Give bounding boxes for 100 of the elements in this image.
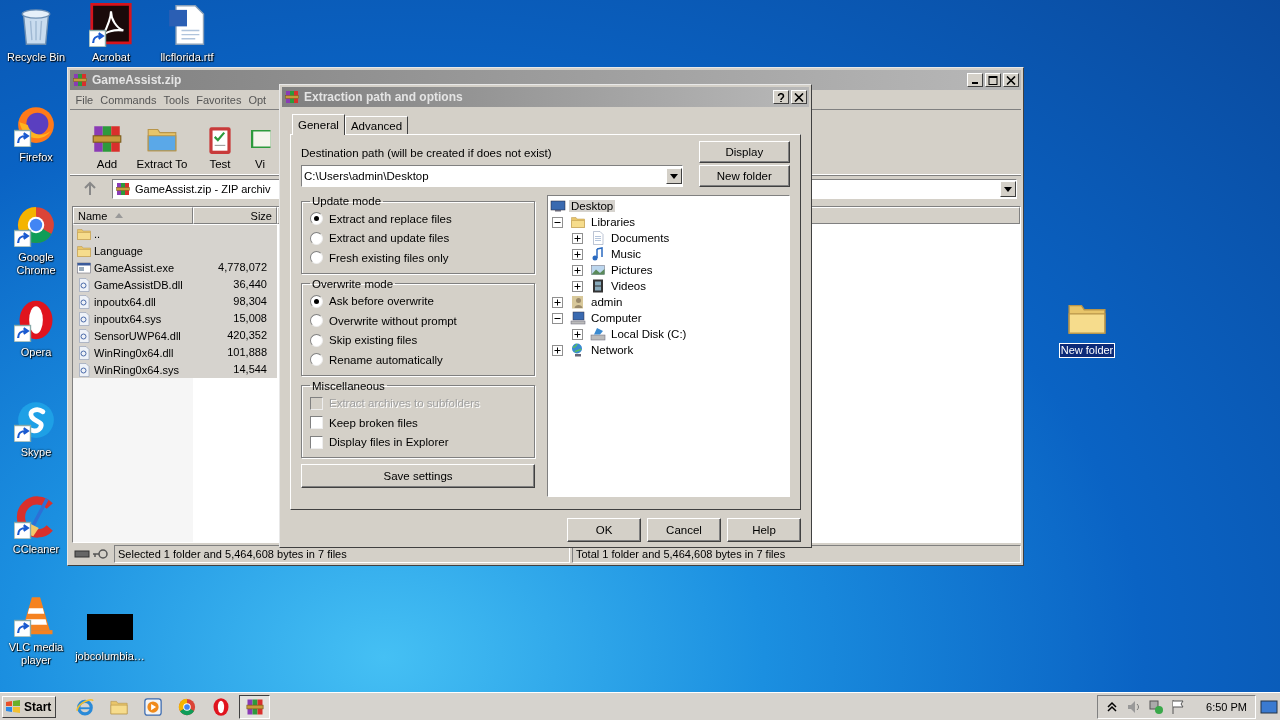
- tree-item[interactable]: Desktop: [569, 200, 616, 212]
- file-icon: [76, 276, 92, 293]
- file-icon: [76, 344, 92, 361]
- tab[interactable]: Advanced: [344, 116, 409, 134]
- show-desktop-icon[interactable]: [1260, 697, 1278, 716]
- tree-item[interactable]: Network: [589, 344, 636, 356]
- file-icon: [76, 327, 92, 344]
- menu-item[interactable]: Commands: [96, 93, 160, 106]
- expand-toggle[interactable]: [572, 232, 583, 244]
- toolbar-button[interactable]: Test: [192, 122, 248, 170]
- taskbar-button[interactable]: [239, 694, 271, 719]
- dialog-button[interactable]: Help: [727, 518, 801, 542]
- file-row[interactable]: GameAssistDB.dll 36,440: [73, 276, 277, 293]
- radio-button[interactable]: [310, 251, 323, 265]
- side-button[interactable]: New folder: [698, 165, 790, 187]
- save-settings-button[interactable]: Save settings: [301, 464, 535, 488]
- drive-icon: [590, 326, 606, 342]
- tree-item[interactable]: Computer: [589, 312, 644, 324]
- icon-label[interactable]: Skype: [19, 446, 53, 459]
- file-name: Language: [94, 244, 143, 257]
- icon-label[interactable]: Firefox: [18, 151, 54, 164]
- collapse-toggle[interactable]: [552, 216, 563, 228]
- drive-icon[interactable]: [74, 548, 90, 560]
- plus-icon: [574, 234, 581, 242]
- close-button[interactable]: [1003, 73, 1019, 87]
- radio-button[interactable]: [310, 294, 323, 308]
- checkbox[interactable]: [310, 416, 323, 430]
- tree-item[interactable]: admin: [589, 296, 625, 308]
- path-field[interactable]: C:\Users\admin\Desktop: [301, 165, 683, 187]
- radio-button[interactable]: [310, 231, 323, 245]
- file-size: 420,352: [226, 328, 268, 343]
- network-icon[interactable]: [1148, 698, 1165, 715]
- menu-item[interactable]: File: [72, 93, 97, 106]
- icon-label[interactable]: Opera: [19, 346, 53, 359]
- dialog-button[interactable]: Cancel: [647, 518, 721, 542]
- clock[interactable]: 6:50 PM: [1206, 700, 1247, 713]
- pdf-icon[interactable]: [89, 3, 133, 47]
- icon-label[interactable]: New folder: [1059, 344, 1115, 357]
- file-row[interactable]: inpoutx64.dll 98,304: [73, 293, 277, 310]
- maximize-button[interactable]: [985, 73, 1001, 87]
- file-row[interactable]: Language: [73, 242, 277, 259]
- minimize-button[interactable]: [967, 73, 983, 87]
- file-row[interactable]: ..: [73, 225, 277, 242]
- tree-item[interactable]: Local Disk (C:): [609, 328, 689, 340]
- music-note-icon: [590, 246, 606, 262]
- expand-toggle[interactable]: [552, 344, 563, 356]
- option-label: Fresh existing files only: [329, 251, 449, 264]
- file-row[interactable]: SensorUWP64.dll 420,352: [73, 327, 277, 344]
- user-icon: [570, 294, 586, 310]
- radio-button[interactable]: [310, 212, 323, 226]
- expand-toggle[interactable]: [572, 264, 583, 276]
- film-icon: [590, 278, 606, 294]
- radio-button[interactable]: [310, 314, 323, 328]
- checkbox[interactable]: [310, 435, 323, 449]
- tree-item[interactable]: Videos: [609, 280, 648, 292]
- column-header[interactable]: Size: [193, 207, 277, 224]
- file-row[interactable]: WinRing0x64.sys 14,544: [73, 361, 277, 378]
- option-label: Skip existing files: [329, 334, 418, 347]
- file-row[interactable]: inpoutx64.sys 15,008: [73, 310, 277, 327]
- radio-button[interactable]: [310, 353, 323, 367]
- tree-item[interactable]: Music: [609, 248, 644, 260]
- expand-toggle[interactable]: [572, 248, 583, 260]
- radio-button[interactable]: [310, 333, 323, 347]
- key-icon[interactable]: [92, 548, 108, 560]
- menu-item[interactable]: Opt: [244, 93, 270, 106]
- icon-label[interactable]: llcflorida.rtf: [159, 51, 215, 64]
- toolbar-button[interactable]: Vi: [248, 122, 272, 170]
- tab[interactable]: General: [292, 114, 345, 135]
- file-name: inpoutx64.sys: [94, 312, 162, 325]
- toolbar-button[interactable]: Extract To: [132, 122, 192, 170]
- dropdown-button[interactable]: [665, 168, 682, 184]
- flag-icon[interactable]: [1170, 698, 1187, 715]
- file-row[interactable]: GameAssist.exe 4,778,072: [73, 259, 277, 276]
- file-name: GameAssist.exe: [94, 261, 175, 274]
- file-row[interactable]: WinRing0x64.dll 101,888: [73, 344, 277, 361]
- tree-item[interactable]: Pictures: [609, 264, 655, 276]
- icon-label[interactable]: Recycle Bin: [5, 51, 67, 64]
- toolbar-button[interactable]: Add: [82, 122, 132, 170]
- expand-toggle[interactable]: [572, 280, 583, 292]
- close-button[interactable]: [791, 90, 807, 104]
- collapse-toggle[interactable]: [552, 312, 563, 324]
- tree-item[interactable]: Documents: [609, 232, 672, 244]
- folder-icon: [570, 214, 586, 230]
- start-button[interactable]: Start: [2, 695, 57, 718]
- side-button[interactable]: Display: [698, 141, 790, 163]
- expand-toggle[interactable]: [552, 296, 563, 308]
- option-label: Keep broken files: [329, 416, 418, 429]
- menu-item[interactable]: Tools: [160, 93, 193, 106]
- expand-toggle[interactable]: [572, 328, 583, 340]
- column-header[interactable]: Name: [73, 207, 193, 224]
- tree-item[interactable]: Libraries: [589, 216, 638, 228]
- icon-label[interactable]: Acrobat: [91, 51, 131, 64]
- help-button[interactable]: [773, 90, 789, 104]
- dialog-button[interactable]: OK: [567, 518, 641, 542]
- question-mark-icon: [776, 92, 786, 102]
- dropdown-button[interactable]: [1000, 181, 1016, 197]
- icon-label[interactable]: Google Chrome: [3, 251, 69, 277]
- menu-item[interactable]: Favorites: [192, 93, 245, 106]
- thumbnail-icon[interactable]: [87, 614, 133, 640]
- window-title: GameAssist.zip: [92, 73, 183, 87]
